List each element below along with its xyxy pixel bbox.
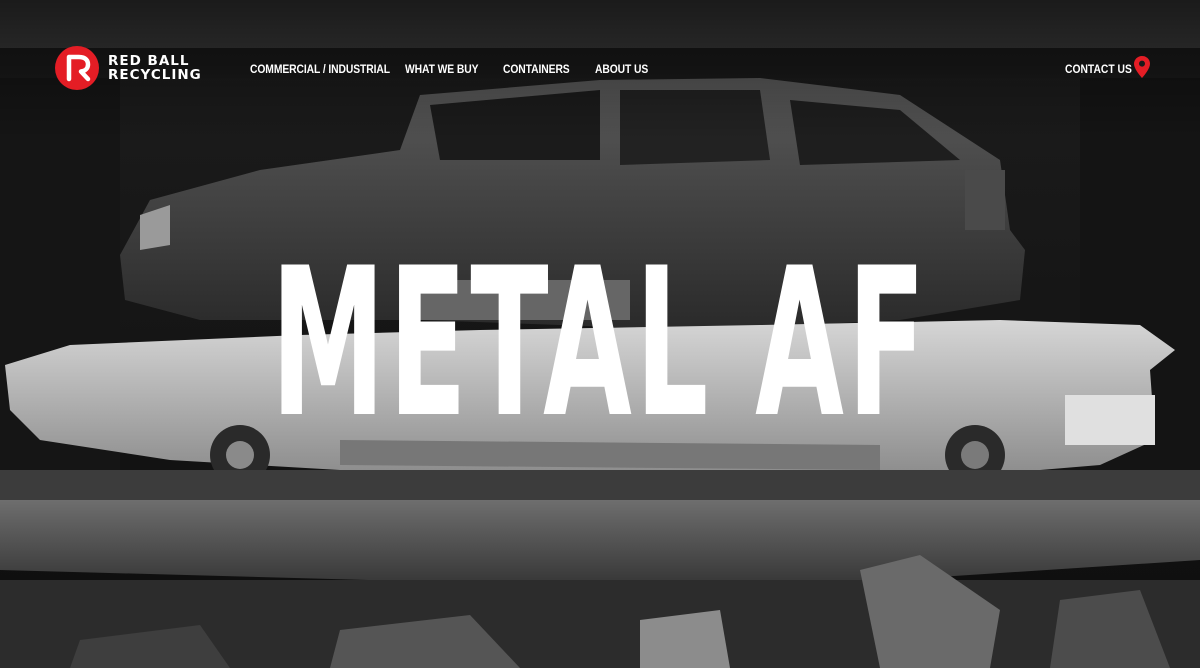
brand-name-line2: RECYCLING — [108, 67, 202, 83]
brand-name: RED BALL RECYCLING — [108, 54, 202, 82]
contact-us-link[interactable]: CONTACT US — [1065, 62, 1132, 76]
page: RED BALL RECYCLING COMMERCIAL / INDUSTRI… — [0, 0, 1200, 668]
nav-item-commercial-industrial[interactable]: COMMERCIAL / INDUSTRIAL — [250, 62, 390, 76]
brand-name-line1: RED BALL — [108, 53, 190, 69]
red-ball-logo-icon — [55, 46, 99, 90]
logo-home-link[interactable]: RED BALL RECYCLING — [54, 45, 202, 91]
main-nav: COMMERCIAL / INDUSTRIAL WHAT WE BUY CONT… — [250, 62, 675, 76]
hero-headline: METAL AF — [270, 225, 930, 463]
nav-item-about-us[interactable]: ABOUT US — [595, 62, 664, 76]
site-header: RED BALL RECYCLING COMMERCIAL / INDUSTRI… — [0, 0, 1200, 140]
nav-item-what-we-buy[interactable]: WHAT WE BUY — [405, 62, 489, 76]
nav-item-containers[interactable]: CONTAINERS — [503, 62, 582, 76]
map-pin-icon[interactable] — [1133, 55, 1151, 79]
